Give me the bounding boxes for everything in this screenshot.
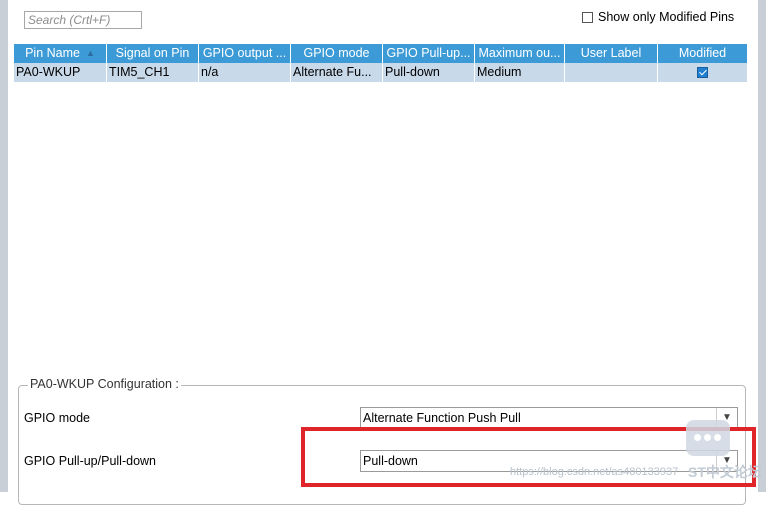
gpio-mode-value: Alternate Function Push Pull [363, 411, 521, 425]
pin-configuration-panel: Show only Modified Pins Pin Name▲ Signal… [8, 0, 762, 505]
column-header-modified[interactable]: Modified [658, 44, 748, 63]
table-row[interactable]: PA0-WKUP TIM5_CH1 n/a Alternate Fu... Pu… [14, 63, 754, 82]
pin-table: Pin Name ▲ Signal on Pin GPIO output ... … [14, 44, 754, 82]
watermark-brand: ST中文论坛 [688, 464, 762, 480]
table-header: Pin Name ▲ Signal on Pin GPIO output ... … [14, 44, 754, 63]
cell-gpio-mode: Alternate Fu... [291, 63, 383, 82]
column-header-signal[interactable]: Signal on Pin [107, 44, 199, 63]
search-input[interactable] [24, 11, 142, 29]
cell-pin-name: PA0-WKUP [14, 63, 107, 82]
window-border-right [758, 0, 766, 492]
gpio-mode-label: GPIO mode [24, 411, 90, 425]
watermark-url: https://blog.csdn.net/as480133937 [510, 466, 679, 478]
column-header-pin-name[interactable]: Pin Name ▲ [14, 44, 107, 63]
cell-pull: Pull-down [383, 63, 475, 82]
gpio-mode-select[interactable]: Alternate Function Push Pull ▼ [360, 407, 738, 429]
show-modified-checkbox[interactable]: Show only Modified Pins [582, 10, 734, 24]
column-header-gpio-mode[interactable]: GPIO mode [291, 44, 383, 63]
sort-ascending-icon: ▲ [85, 48, 95, 59]
pin-config-title: PA0-WKUP Configuration : [28, 377, 181, 391]
cell-user-label[interactable] [565, 63, 658, 82]
column-header-user-label[interactable]: User Label [565, 44, 658, 63]
cell-gpio-output: n/a [199, 63, 291, 82]
column-header-pull[interactable]: GPIO Pull-up... [383, 44, 475, 63]
column-header-max-output[interactable]: Maximum ou... [475, 44, 565, 63]
cell-max-output: Medium [475, 63, 565, 82]
modified-checkbox[interactable] [697, 67, 708, 78]
column-header-gpio-output[interactable]: GPIO output ... [199, 44, 291, 63]
cell-signal: TIM5_CH1 [107, 63, 199, 82]
gpio-pull-label: GPIO Pull-up/Pull-down [24, 454, 157, 468]
checkbox-box[interactable] [582, 11, 593, 23]
cell-modified[interactable] [658, 63, 748, 82]
show-modified-label: Show only Modified Pins [598, 10, 735, 24]
chat-icon [686, 420, 730, 456]
window-border-left [0, 0, 8, 492]
